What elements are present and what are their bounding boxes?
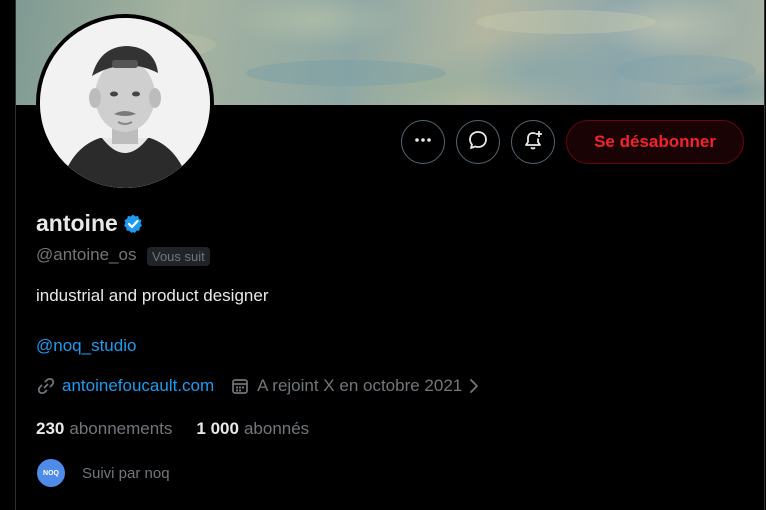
bell-plus-icon	[522, 129, 544, 156]
right-border	[764, 0, 765, 510]
chevron-right-icon[interactable]	[468, 377, 480, 395]
more-button[interactable]	[401, 120, 445, 164]
website-link[interactable]: antoinefoucault.com	[62, 376, 214, 396]
more-icon	[413, 130, 433, 155]
bio-mention-link[interactable]: @noq_studio	[36, 336, 136, 356]
following-count: 230	[36, 419, 65, 438]
profile-page: Se désabonner antoine @antoine_os Vous s…	[0, 0, 766, 510]
message-icon	[467, 129, 489, 156]
followed-by-row[interactable]: NOQ Suivi par noq	[36, 458, 170, 488]
link-icon	[36, 376, 56, 396]
follower-avatar[interactable]: NOQ	[36, 458, 66, 488]
unfollow-button[interactable]: Se désabonner	[566, 120, 744, 164]
profile-avatar[interactable]	[40, 18, 210, 188]
calendar-icon	[230, 376, 250, 396]
display-name: antoine	[36, 210, 118, 236]
following-stat[interactable]: 230 abonnements	[36, 419, 172, 439]
profile-bio: industrial and product designer	[36, 286, 269, 305]
user-handle: @antoine_os	[36, 245, 137, 264]
follow-stats: 230 abonnements 1 000 abonnés	[36, 419, 309, 439]
profile-meta-row: antoinefoucault.com A rejoint X en octob…	[36, 375, 480, 397]
joined-date[interactable]: A rejoint X en octobre 2021	[257, 376, 462, 396]
notifications-button[interactable]	[511, 120, 555, 164]
message-button[interactable]	[456, 120, 500, 164]
verified-badge-icon[interactable]	[122, 213, 144, 235]
followed-by-text: Suivi par noq	[82, 464, 170, 482]
follows-you-badge: Vous suit	[147, 247, 210, 266]
followers-stat[interactable]: 1 000 abonnés	[196, 419, 309, 439]
followers-count: 1 000	[196, 419, 239, 438]
followers-label: abonnés	[243, 419, 310, 438]
following-label: abonnements	[69, 419, 173, 438]
display-name-row: antoine	[36, 210, 144, 237]
